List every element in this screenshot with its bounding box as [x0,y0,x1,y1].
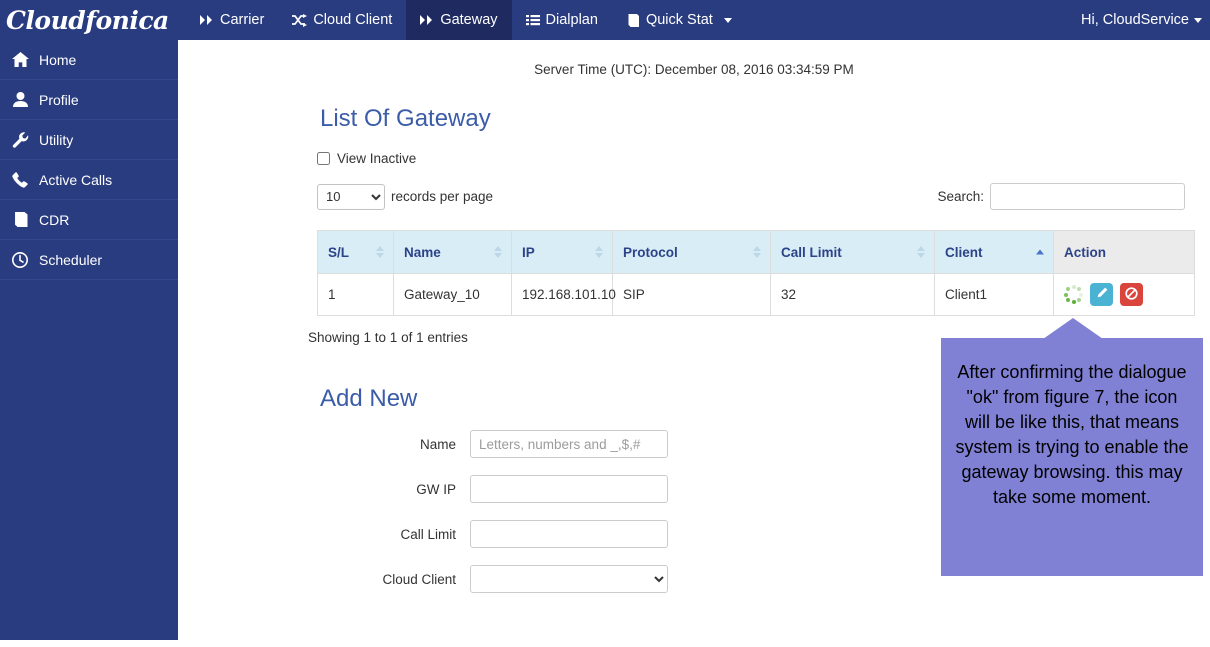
sort-icon [595,246,603,258]
table-controls: 10 records per page Search: [317,183,1210,210]
nav-item-label: Quick Stat [645,12,713,28]
sidebar-item-label: Utility [39,131,74,148]
sidebar-item-label: Scheduler [39,251,103,268]
gateway-table: S/L Name IP Protocol Call Limit Client A… [317,230,1195,316]
cell-sl: 1 [317,273,394,316]
nav-item-label: Carrier [220,12,265,28]
column-header-name[interactable]: Name [393,230,512,274]
forward-icon [420,14,434,26]
column-header-protocol[interactable]: Protocol [612,230,771,274]
cell-ip: 192.168.101.10 [511,273,616,316]
book-icon [626,13,640,27]
cell-action [1053,273,1195,316]
user-icon [11,92,29,107]
search-label: Search: [937,189,984,204]
sidebar-item-label: CDR [39,211,70,228]
edit-button[interactable] [1090,283,1113,306]
brand-logo[interactable]: Cloudfonica [0,0,178,40]
disable-button[interactable] [1120,283,1143,306]
column-label: S/L [328,244,350,260]
column-header-sl[interactable]: S/L [317,230,394,274]
user-menu[interactable]: Hi, CloudService [1081,0,1210,40]
home-icon [11,52,29,67]
nav-item-carrier[interactable]: Carrier [186,0,278,40]
chevron-down-icon [723,17,732,23]
nav-item-quick-stat[interactable]: Quick Stat [612,0,746,40]
list-icon [525,14,540,26]
sort-ascending-icon [1036,249,1044,255]
random-icon [292,13,308,27]
column-label: Client [945,244,983,260]
page-title: List Of Gateway [320,105,491,132]
nav-item-dialplan[interactable]: Dialplan [512,0,612,40]
column-label: Call Limit [781,244,842,260]
table-header-row: S/L Name IP Protocol Call Limit Client A… [317,230,1195,274]
cell-client: Client1 [934,273,1054,316]
sort-icon [917,246,925,258]
column-header-client[interactable]: Client [934,230,1054,274]
ban-icon [1125,286,1138,303]
action-buttons [1064,283,1184,306]
column-label: Protocol [623,244,678,260]
nav-item-label: Cloud Client [313,12,393,28]
sidebar-item-label: Home [39,51,77,68]
app-root: Cloudfonica Carrier Cloud Client Gateway… [0,0,1210,647]
view-inactive-row[interactable]: View Inactive [317,151,1210,166]
top-nav-items: Carrier Cloud Client Gateway Dialplan Qu… [186,0,746,40]
search-group: Search: [937,183,1185,210]
nav-item-label: Dialplan [545,12,598,28]
sidebar-item-profile[interactable]: Profile [0,80,178,120]
records-per-page-label: records per page [391,189,494,204]
sidebar-item-scheduler[interactable]: Scheduler [0,240,178,280]
sidebar-item-cdr[interactable]: CDR [0,200,178,240]
gwip-label: GW IP [416,481,456,497]
cloud-client-label: Cloud Client [382,571,456,587]
chevron-down-icon [1194,17,1202,23]
nav-item-label: Gateway [440,12,498,28]
sidebar-item-label: Profile [39,91,79,108]
loading-spinner-icon [1064,285,1083,304]
table-row: 1 Gateway_10 192.168.101.10 SIP 32 Clien… [317,273,1195,316]
column-label: IP [522,244,535,260]
sidebar-item-home[interactable]: Home [0,40,178,80]
column-header-ip[interactable]: IP [511,230,613,274]
cloud-client-select[interactable] [470,565,668,593]
sort-icon [376,246,384,258]
book-icon [11,212,29,227]
sidebar-item-active-calls[interactable]: Active Calls [0,160,178,200]
column-label: Name [404,244,441,260]
records-per-page-select[interactable]: 10 [317,183,385,210]
sort-icon [753,246,761,258]
pencil-icon [1096,287,1108,302]
column-header-action: Action [1053,230,1195,274]
callout-annotation: After confirming the dialogue "ok" from … [941,338,1203,576]
call-limit-label: Call Limit [400,526,456,542]
cell-name: Gateway_10 [393,273,512,316]
phone-icon [11,171,29,188]
server-time: Server Time (UTC): December 08, 2016 03:… [534,62,854,77]
view-inactive-checkbox[interactable] [317,152,330,165]
sidebar-item-utility[interactable]: Utility [0,120,178,160]
nav-item-cloud-client[interactable]: Cloud Client [278,0,406,40]
sidebar: Home Profile Utility Active Calls CDR Sc… [0,40,178,640]
sidebar-item-label: Active Calls [39,171,113,188]
gwip-input[interactable] [470,475,668,503]
cell-protocol: SIP [612,273,771,316]
search-input[interactable] [990,183,1185,210]
forward-icon [200,14,214,26]
callout-arrow-icon [1043,318,1103,339]
cell-call-limit: 32 [770,273,935,316]
user-menu-label: Hi, CloudService [1081,12,1189,28]
call-limit-input[interactable] [470,520,668,548]
top-navbar: Cloudfonica Carrier Cloud Client Gateway… [0,0,1210,40]
view-inactive-label: View Inactive [337,151,417,166]
name-input[interactable] [470,430,668,458]
nav-item-gateway[interactable]: Gateway [406,0,512,40]
name-label: Name [419,436,456,452]
sort-icon [494,246,502,258]
clock-icon [11,251,29,268]
column-header-call-limit[interactable]: Call Limit [770,230,935,274]
wrench-icon [11,131,29,148]
column-label: Action [1064,244,1106,260]
